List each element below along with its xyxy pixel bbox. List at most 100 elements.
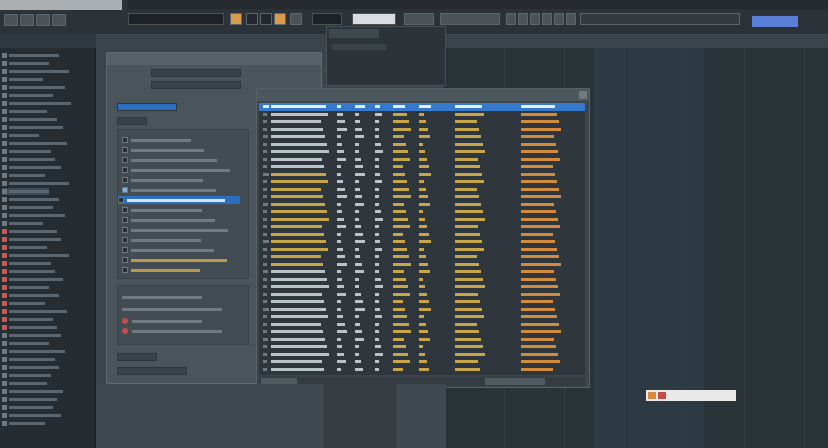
sidebar-item[interactable] — [2, 132, 39, 139]
sidebar-item[interactable] — [2, 172, 45, 179]
sidebar-item[interactable] — [2, 60, 49, 67]
table-row[interactable] — [259, 261, 585, 269]
table-row[interactable] — [259, 201, 585, 209]
sidebar-item[interactable] — [2, 244, 47, 251]
sidebar-item[interactable] — [2, 388, 63, 395]
dialog-list-item[interactable] — [122, 136, 236, 144]
tool-button-1[interactable] — [506, 13, 516, 25]
table-row[interactable] — [259, 231, 585, 239]
table-row[interactable] — [259, 283, 585, 291]
table-row[interactable] — [259, 208, 585, 216]
sidebar-item[interactable] — [2, 412, 61, 419]
table-row[interactable] — [259, 148, 585, 156]
table-row[interactable] — [259, 268, 585, 276]
sidebar-item[interactable] — [2, 276, 63, 283]
checkbox[interactable] — [122, 177, 128, 183]
table-row[interactable] — [259, 276, 585, 284]
sidebar-item[interactable] — [2, 340, 49, 347]
table-row[interactable] — [259, 298, 585, 306]
tool-button-2[interactable] — [518, 13, 528, 25]
sidebar-item[interactable] — [2, 124, 63, 131]
checkbox[interactable] — [122, 137, 128, 143]
dialog-list-item[interactable] — [122, 156, 236, 164]
tool-button-6[interactable] — [566, 13, 576, 25]
sidebar-item[interactable] — [2, 332, 61, 339]
sidebar-item[interactable] — [2, 212, 65, 219]
sidebar-item[interactable] — [2, 164, 61, 171]
sidebar-item[interactable] — [2, 196, 59, 203]
table-row[interactable] — [259, 171, 585, 179]
view-button[interactable] — [36, 14, 50, 26]
sidebar-item[interactable] — [2, 356, 55, 363]
sidebar-item[interactable] — [2, 300, 45, 307]
sidebar-item[interactable] — [2, 372, 51, 379]
dialog-list-item[interactable] — [118, 196, 240, 204]
sidebar-item[interactable] — [2, 220, 43, 227]
tool-button-3[interactable] — [530, 13, 540, 25]
sidebar-item[interactable] — [2, 156, 55, 163]
checkbox[interactable] — [122, 247, 128, 253]
sidebar-item[interactable] — [2, 324, 57, 331]
checkbox[interactable] — [122, 237, 128, 243]
checkbox[interactable] — [122, 217, 128, 223]
record-button[interactable] — [274, 13, 286, 25]
dialog-small-button[interactable] — [117, 117, 147, 125]
sidebar-item[interactable] — [2, 76, 43, 83]
table-row[interactable] — [259, 351, 585, 359]
sidebar-item[interactable] — [2, 116, 57, 123]
checkbox[interactable] — [122, 227, 128, 233]
sidebar-item[interactable] — [2, 84, 65, 91]
dialog-field-1[interactable] — [151, 69, 241, 77]
table-row[interactable] — [259, 118, 585, 126]
dialog-list-item[interactable] — [122, 206, 236, 214]
sidebar-item[interactable] — [2, 68, 69, 75]
sidebar-item[interactable] — [2, 140, 67, 147]
tool-button-4[interactable] — [542, 13, 552, 25]
table-row[interactable] — [259, 328, 585, 336]
stop-button[interactable] — [260, 13, 272, 25]
sidebar-item[interactable] — [2, 188, 49, 195]
table-row[interactable] — [259, 313, 585, 321]
checkbox[interactable] — [122, 187, 128, 193]
table-row[interactable] — [259, 223, 585, 231]
table-row[interactable] — [259, 253, 585, 261]
dialog-bottom-field[interactable] — [117, 367, 187, 375]
table-row[interactable] — [259, 336, 585, 344]
dialog-bottom-button[interactable] — [117, 353, 157, 361]
checkbox[interactable] — [118, 197, 124, 203]
mini-window-tab[interactable] — [329, 29, 379, 38]
table-row[interactable] — [259, 343, 585, 351]
sidebar-item[interactable] — [2, 148, 51, 155]
sidebar-item[interactable] — [2, 260, 51, 267]
sidebar-item[interactable] — [2, 204, 53, 211]
snap-selector[interactable] — [440, 13, 500, 25]
mini-window[interactable] — [326, 26, 446, 86]
table-row[interactable] — [259, 103, 585, 111]
dialog-list-item[interactable] — [122, 236, 236, 244]
checkbox[interactable] — [122, 157, 128, 163]
dialog-list-item[interactable] — [122, 146, 236, 154]
playlist-pattern-block[interactable] — [594, 48, 704, 448]
file-button[interactable] — [4, 14, 18, 26]
tool-button-5[interactable] — [554, 13, 564, 25]
sidebar-item[interactable] — [2, 108, 47, 115]
option-radio-2[interactable] — [122, 328, 128, 334]
table-row[interactable] — [259, 126, 585, 134]
sidebar-item[interactable] — [2, 308, 67, 315]
sidebar-item[interactable] — [2, 100, 71, 107]
table-row[interactable] — [259, 163, 585, 171]
dialog-list-item[interactable] — [122, 176, 236, 184]
pattern-mode-button[interactable] — [230, 13, 242, 25]
sidebar-item[interactable] — [2, 180, 69, 187]
table-row[interactable] — [259, 366, 585, 374]
edit-button[interactable] — [20, 14, 34, 26]
dialog-list-item[interactable] — [122, 246, 236, 254]
checkbox[interactable] — [122, 147, 128, 153]
checkbox[interactable] — [122, 167, 128, 173]
sidebar-item[interactable] — [2, 348, 65, 355]
sidebar-item[interactable] — [2, 268, 55, 275]
table-row[interactable] — [259, 238, 585, 246]
mini-window-field[interactable] — [331, 43, 387, 51]
sidebar-item[interactable] — [2, 292, 59, 299]
dialog-list-item[interactable] — [122, 266, 236, 274]
